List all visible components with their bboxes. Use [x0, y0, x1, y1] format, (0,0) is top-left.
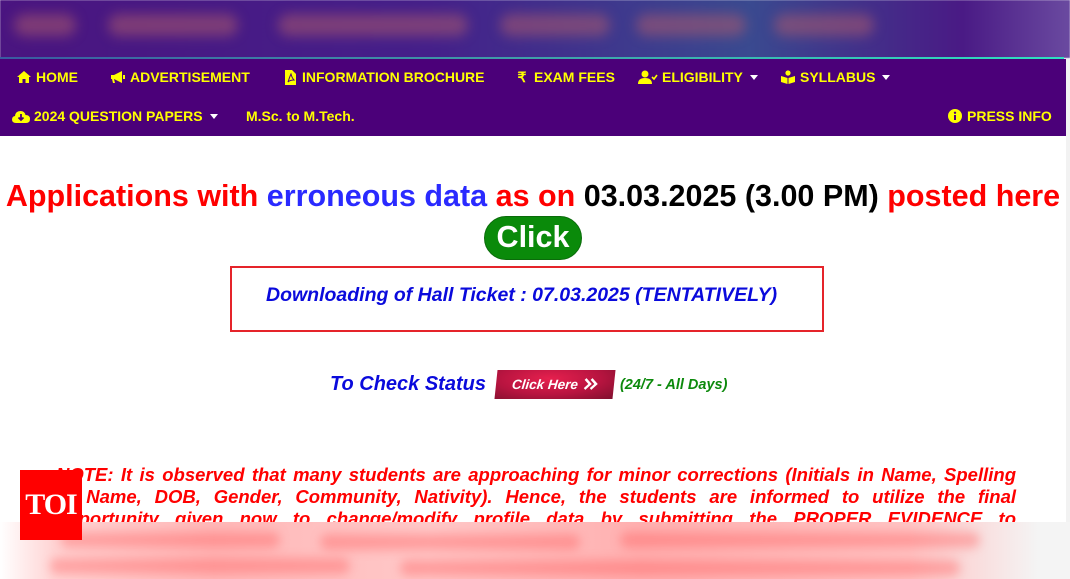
nav-item-information-brochure[interactable]: INFORMATION BROCHURE — [282, 69, 485, 85]
nav-item-home[interactable]: HOME — [16, 69, 78, 85]
status-availability-text: (24/7 - All Days) — [619, 376, 728, 393]
blurred-banner-item — [774, 14, 874, 36]
bullhorn-icon — [110, 70, 126, 84]
top-banner-blurred — [0, 0, 1070, 58]
toi-logo: TOI — [20, 470, 82, 540]
cloud-download-icon — [12, 109, 30, 123]
nav-item-press-info[interactable]: PRESS INFO — [947, 108, 1052, 124]
note-paragraph-clip: NOTE: It is observed that many students … — [0, 464, 1070, 522]
nav-item-label: INFORMATION BROCHURE — [302, 69, 485, 85]
blurred-banner-item — [278, 14, 468, 36]
info-circle-icon — [947, 109, 963, 123]
nav-item-exam-fees[interactable]: ₹ EXAM FEES — [514, 68, 615, 86]
nav-item-2024-question-papers[interactable]: 2024 QUESTION PAPERS — [12, 108, 218, 124]
hall-ticket-date-text: Downloading of Hall Ticket : 07.03.2025 … — [266, 284, 778, 306]
nav-item-label: M.Sc. to M.Tech. — [246, 108, 355, 124]
nav-item-msc-to-mtech[interactable]: M.Sc. to M.Tech. — [246, 108, 355, 124]
nav-item-advertisement[interactable]: ADVERTISEMENT — [110, 69, 250, 85]
check-status-label: To Check Status — [330, 373, 486, 395]
chevron-down-icon — [749, 74, 758, 80]
chevron-down-icon — [882, 74, 891, 80]
home-icon — [16, 70, 32, 84]
blurred-text — [320, 534, 580, 550]
erroneous-data-click-button[interactable]: Click — [483, 215, 583, 260]
blurred-content-band — [0, 522, 1070, 579]
blurred-text — [60, 532, 280, 548]
headline-highlight: erroneous data — [266, 179, 488, 213]
check-status-click-here-button[interactable]: Click Here — [494, 370, 616, 399]
note-line: opportunity given now to change/modify p… — [56, 508, 1016, 522]
nav-item-label: 2024 QUESTION PAPERS — [34, 108, 203, 124]
blurred-banner-item — [14, 14, 76, 36]
book-reader-icon — [780, 70, 796, 84]
nav-item-label: PRESS INFO — [967, 108, 1052, 124]
chevron-down-icon — [209, 113, 218, 119]
blurred-text — [620, 532, 980, 548]
rupee-icon: ₹ — [517, 68, 527, 85]
blurred-banner-item — [636, 14, 746, 36]
nav-item-label: ELIGIBILITY — [662, 69, 743, 85]
check-status-row: To Check Status Click Here (24/7 - All D… — [330, 370, 727, 399]
nav-item-syllabus[interactable]: SYLLABUS — [780, 69, 891, 85]
nav-item-label: HOME — [36, 69, 78, 85]
click-here-label: Click Here — [511, 377, 579, 392]
note-line: NOTE: It is observed that many students … — [56, 464, 1016, 485]
nav-item-label: SYLLABUS — [800, 69, 876, 85]
double-chevron-right-icon — [583, 377, 599, 393]
pdf-file-icon — [282, 69, 298, 85]
erroneous-data-announcement: Applications with erroneous data as on 0… — [0, 175, 1066, 261]
blurred-banner-item — [500, 14, 610, 36]
user-check-icon — [638, 70, 658, 84]
nav-item-label: EXAM FEES — [534, 69, 615, 85]
main-navigation: HOME ADVERTISEMENT INFORMATION BROCHURE … — [0, 59, 1066, 136]
blurred-text — [50, 558, 350, 574]
note-paragraph: NOTE: It is observed that many students … — [56, 464, 1016, 522]
nav-item-label: ADVERTISEMENT — [130, 69, 250, 85]
headline-text: posted here — [878, 179, 1061, 213]
headline-date: 03.03.2025 (3.00 PM) — [583, 179, 879, 213]
hall-ticket-notice-box: Downloading of Hall Ticket : 07.03.2025 … — [230, 266, 824, 332]
headline-text: as on — [487, 179, 584, 213]
note-line: of Name, DOB, Gender, Community, Nativit… — [56, 486, 1016, 507]
blurred-text — [400, 560, 960, 576]
nav-item-eligibility[interactable]: ELIGIBILITY — [638, 69, 758, 85]
blurred-banner-item — [108, 14, 238, 36]
headline-text: Applications with — [5, 179, 267, 213]
